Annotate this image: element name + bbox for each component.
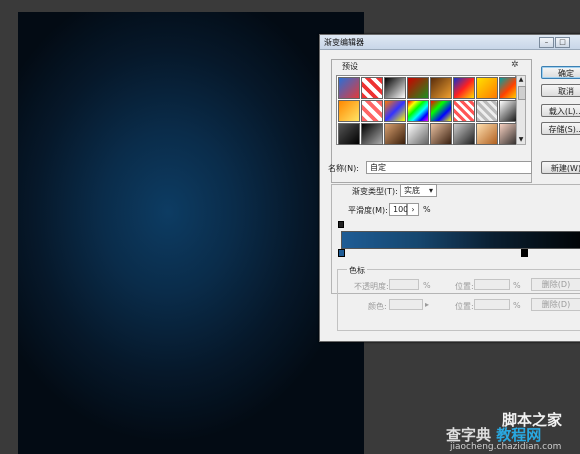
watermark-url: jiaocheng.chazidian.com <box>450 442 562 452</box>
opacity-label: 不透明度: <box>354 282 389 291</box>
color-stops-label: 色标 <box>347 265 367 276</box>
delete-color-stop-button[interactable]: 删除(D) <box>531 298 580 311</box>
chevron-right-icon: › <box>411 205 415 214</box>
name-label: 名称(N): <box>328 164 359 173</box>
color-position-label: 位置: <box>455 302 474 311</box>
preset-swatch[interactable] <box>453 100 475 122</box>
preset-swatch[interactable] <box>338 100 360 122</box>
maximize-icon[interactable]: □ <box>555 37 570 48</box>
color-stop-start-handle[interactable] <box>338 249 345 257</box>
preset-swatch[interactable] <box>476 123 498 145</box>
preset-swatch[interactable] <box>384 123 406 145</box>
preset-swatch[interactable] <box>430 100 452 122</box>
dialog-titlebar[interactable]: 渐变编辑器 – □ <box>320 35 580 50</box>
preset-swatch[interactable] <box>430 77 452 99</box>
scrollbar-thumb[interactable] <box>518 86 526 100</box>
opacity-unit: % <box>423 281 431 290</box>
gradient-editor-dialog: 渐变编辑器 – □ 预设 ✲ ▲ ▼ 确定 取消 载入(L)... 存储(S).… <box>319 34 580 342</box>
preset-swatch[interactable] <box>407 77 429 99</box>
smoothness-unit: % <box>423 205 431 214</box>
color-stop-end-handle[interactable] <box>521 249 528 257</box>
color-swatch[interactable] <box>389 299 423 310</box>
preset-swatch[interactable] <box>407 100 429 122</box>
opacity-stop-handle[interactable] <box>338 221 344 228</box>
preset-swatch[interactable] <box>453 77 475 99</box>
gradient-type-select[interactable]: 实底 ▾ <box>400 184 437 197</box>
preset-swatch[interactable] <box>384 100 406 122</box>
color-menu-icon[interactable]: ▸ <box>425 300 429 309</box>
presets-scrollbar[interactable]: ▲ ▼ <box>516 75 526 145</box>
opacity-position-unit: % <box>513 281 521 290</box>
color-position-unit: % <box>513 301 521 310</box>
name-field[interactable]: 自定 <box>366 161 532 174</box>
color-position-field[interactable] <box>474 299 510 310</box>
preset-swatch[interactable] <box>338 77 360 99</box>
presets-label: 预设 <box>340 61 360 72</box>
gradient-bar[interactable] <box>341 231 580 249</box>
gradient-type-value: 实底 <box>404 186 420 195</box>
preset-swatch[interactable] <box>407 123 429 145</box>
preset-swatch[interactable] <box>384 77 406 99</box>
gear-icon[interactable]: ✲ <box>511 60 519 70</box>
smoothness-dropdown[interactable]: › <box>407 203 419 216</box>
scroll-down-icon[interactable]: ▼ <box>517 136 525 144</box>
preset-swatch[interactable] <box>430 123 452 145</box>
smoothness-label: 平滑度(M): <box>348 206 388 215</box>
preset-swatch[interactable] <box>476 77 498 99</box>
cancel-button[interactable]: 取消 <box>541 84 580 97</box>
minimize-icon[interactable]: – <box>539 37 554 48</box>
preset-swatch[interactable] <box>361 123 383 145</box>
preset-swatch[interactable] <box>361 77 383 99</box>
smoothness-field[interactable]: 100 <box>389 203 408 216</box>
gradient-type-label: 渐变类型(T): <box>352 187 398 196</box>
preset-swatch[interactable] <box>453 123 475 145</box>
opacity-position-field[interactable] <box>474 279 510 290</box>
opacity-position-label: 位置: <box>455 282 474 291</box>
scroll-up-icon[interactable]: ▲ <box>517 76 525 84</box>
chevron-down-icon: ▾ <box>428 186 433 195</box>
load-button[interactable]: 载入(L)... <box>541 104 580 117</box>
preset-swatch[interactable] <box>361 100 383 122</box>
ok-button[interactable]: 确定 <box>541 66 580 79</box>
preset-swatch-grid <box>336 75 521 145</box>
preset-swatch[interactable] <box>476 100 498 122</box>
new-button[interactable]: 新建(W) <box>541 161 580 174</box>
color-label: 颜色: <box>368 302 387 311</box>
document-canvas <box>18 12 364 454</box>
delete-opacity-stop-button[interactable]: 删除(D) <box>531 278 580 291</box>
save-button[interactable]: 存储(S)... <box>541 122 580 135</box>
preset-swatch[interactable] <box>338 123 360 145</box>
dialog-title: 渐变编辑器 <box>324 38 364 47</box>
opacity-field[interactable] <box>389 279 419 290</box>
